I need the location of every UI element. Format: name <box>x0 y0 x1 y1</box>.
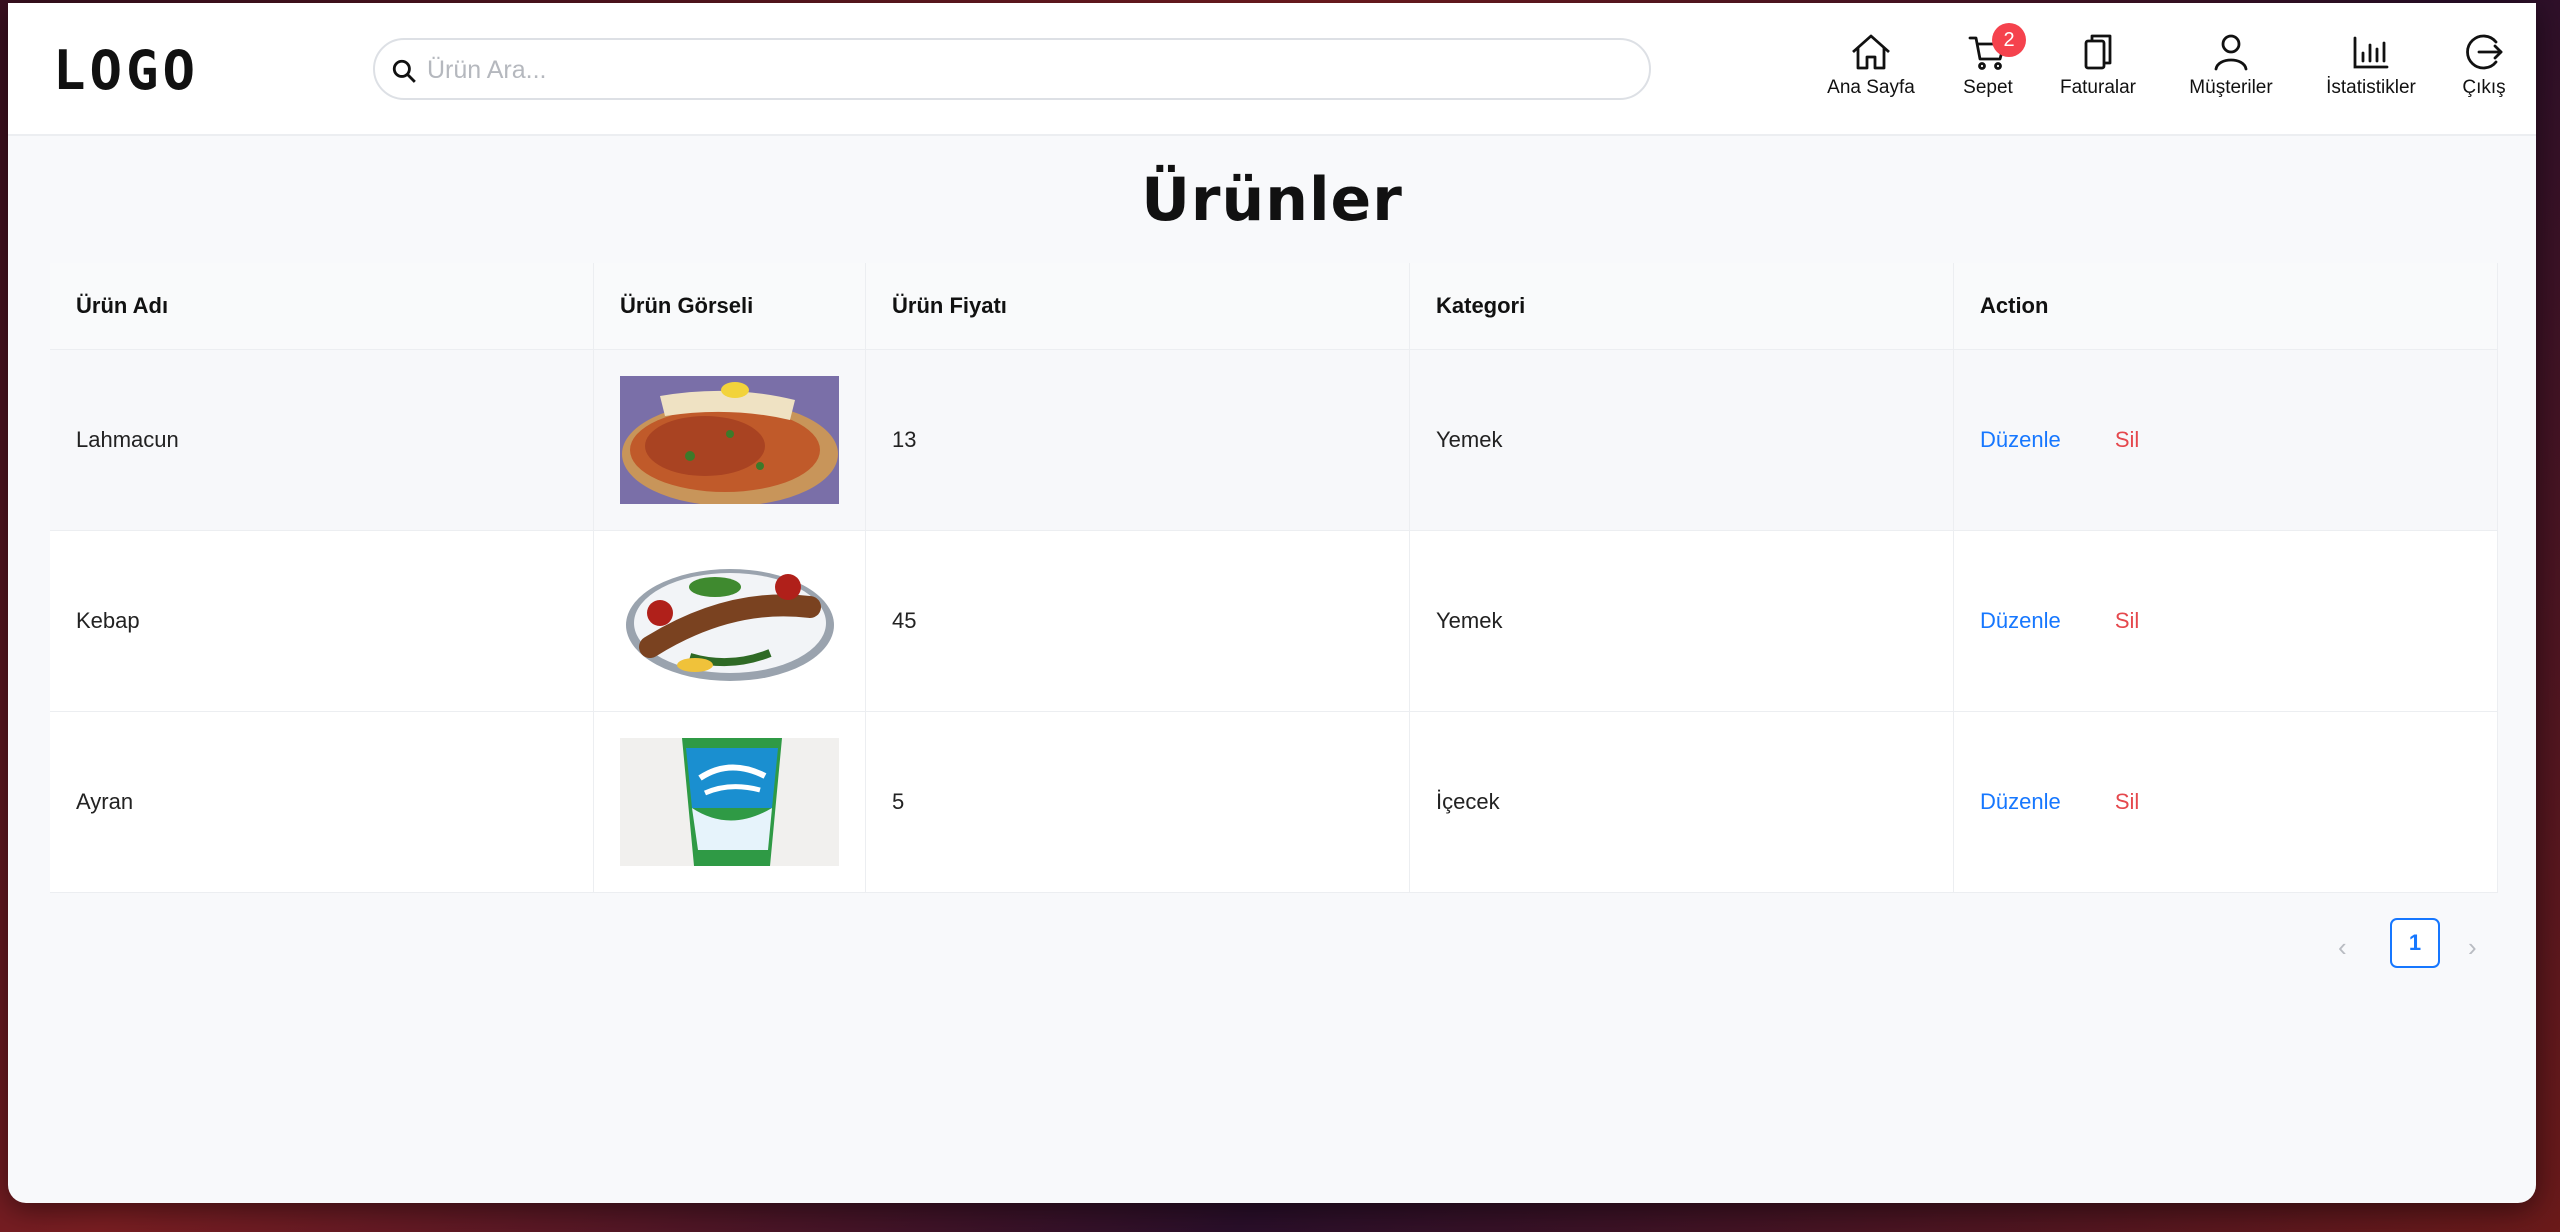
column-header-name: Ürün Adı <box>50 263 594 350</box>
edit-link[interactable]: Düzenle <box>1980 789 2061 814</box>
product-category: Yemek <box>1409 530 1954 712</box>
edit-link[interactable]: Düzenle <box>1980 427 2061 452</box>
row-actions: Düzenle Sil <box>1953 711 2498 893</box>
search-input[interactable] <box>425 48 1629 92</box>
delete-link[interactable]: Sil <box>2115 789 2139 814</box>
search-icon <box>392 59 416 83</box>
column-header-category: Kategori <box>1409 263 1954 350</box>
nav-logout[interactable]: Çıkış <box>2454 33 2514 113</box>
table-row: Lahmacun 13 Yemek Düzenle Sil <box>50 349 2498 531</box>
nav-invoices-label: Faturalar <box>2059 77 2137 98</box>
column-header-price: Ürün Fiyatı <box>865 263 1410 350</box>
bar-chart-icon <box>2353 36 2389 69</box>
nav-home[interactable]: Ana Sayfa <box>1816 33 1926 113</box>
delete-link[interactable]: Sil <box>2115 427 2139 452</box>
top-header: LOGO Ana Sayfa 2 Sepet <box>8 3 2536 136</box>
nav-cart[interactable]: 2 Sepet <box>1950 23 2026 113</box>
product-category: Yemek <box>1409 349 1954 531</box>
nav-customers-label: Müşteriler <box>2189 77 2273 98</box>
nav-cart-label: Sepet <box>1963 77 2013 98</box>
edit-link[interactable]: Düzenle <box>1980 608 2061 633</box>
nav-logout-label: Çıkış <box>2462 77 2506 98</box>
logo[interactable]: LOGO <box>53 39 199 102</box>
nav-home-label: Ana Sayfa <box>1827 77 1915 98</box>
column-header-image: Ürün Görseli <box>593 263 866 350</box>
next-page-button[interactable]: › <box>2468 932 2477 963</box>
table-row: Ayran 5 İçecek Düzenle Sil <box>50 711 2498 893</box>
prev-page-button[interactable]: ‹ <box>2338 932 2347 963</box>
home-icon <box>1852 34 1890 70</box>
table-header-row: Ürün Adı Ürün Görseli Ürün Fiyatı Katego… <box>50 263 2498 350</box>
cart-count-badge: 2 <box>1992 23 2026 57</box>
product-image-cell <box>593 711 866 893</box>
product-image-cell <box>593 349 866 531</box>
nav-statistics-label: İstatistikler <box>2326 77 2416 98</box>
copy-icon <box>2084 34 2112 70</box>
product-name: Kebap <box>50 530 594 712</box>
page-1-button[interactable]: 1 <box>2390 918 2440 968</box>
product-name: Ayran <box>50 711 594 893</box>
ayran-image <box>620 738 839 866</box>
delete-link[interactable]: Sil <box>2115 608 2139 633</box>
product-category: İçecek <box>1409 711 1954 893</box>
product-price: 13 <box>865 349 1410 531</box>
product-price: 5 <box>865 711 1410 893</box>
lahmacun-image <box>620 376 839 504</box>
row-actions: Düzenle Sil <box>1953 530 2498 712</box>
products-table: Ürün Adı Ürün Görseli Ürün Fiyatı Katego… <box>50 263 2498 893</box>
kebap-image <box>620 557 839 685</box>
nav-invoices[interactable]: Faturalar <box>2050 33 2146 113</box>
column-header-action: Action <box>1953 263 2498 350</box>
product-name: Lahmacun <box>50 349 594 531</box>
user-icon <box>2214 34 2248 71</box>
nav-statistics[interactable]: İstatistikler <box>2316 33 2426 113</box>
search-bar[interactable] <box>373 38 1651 100</box>
row-actions: Düzenle Sil <box>1953 349 2498 531</box>
app-window: LOGO Ana Sayfa 2 Sepet <box>8 3 2536 1203</box>
logout-icon <box>2466 34 2503 70</box>
product-price: 45 <box>865 530 1410 712</box>
nav-customers[interactable]: Müşteriler <box>2176 33 2286 113</box>
product-image-cell <box>593 530 866 712</box>
page-title: Ürünler <box>1141 165 1403 235</box>
table-row: Kebap 45 Yemek Düzenle Sil <box>50 530 2498 712</box>
